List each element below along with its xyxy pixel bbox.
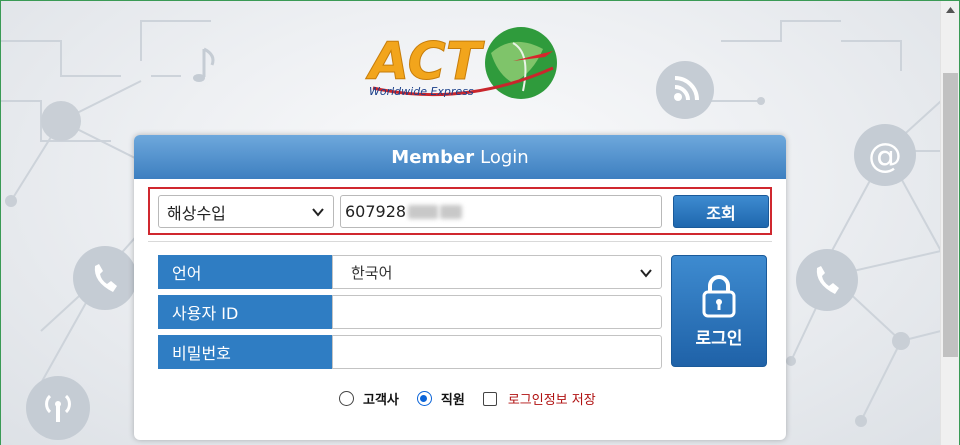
phone-icon <box>796 249 858 311</box>
language-label: 언어 <box>158 255 332 289</box>
login-title-rest: Login <box>480 146 529 168</box>
login-title-strong: Member <box>391 146 475 168</box>
scroll-up-arrow[interactable] <box>941 1 960 18</box>
user-id-row: 사용자 ID <box>158 295 662 329</box>
tracking-number-value: 607928 <box>345 202 407 221</box>
password-input[interactable] <box>332 335 662 369</box>
save-login-label: 로그인정보 저장 <box>507 393 596 408</box>
login-options: 고객사 직원 로그인정보 저장 <box>339 389 596 408</box>
cargo-type-value: 해상수입 <box>167 203 226 223</box>
logo-letters: ACT <box>365 32 485 92</box>
password-label: 비밀번호 <box>158 335 332 369</box>
user-id-label: 사용자 ID <box>158 295 332 329</box>
login-button[interactable]: 로그인 <box>671 255 767 367</box>
logo-tagline: Worldwide Express <box>369 85 474 98</box>
staff-label: 직원 <box>440 393 465 408</box>
language-value: 한국어 <box>351 263 393 282</box>
tracking-number-input[interactable]: 607928 <box>340 195 662 228</box>
redacted-text <box>440 204 463 219</box>
phone-icon <box>73 246 137 310</box>
language-row: 언어 한국어 <box>158 255 662 289</box>
search-button[interactable]: 조회 <box>673 195 769 228</box>
customer-radio[interactable] <box>339 391 354 406</box>
language-select[interactable]: 한국어 <box>332 255 662 289</box>
scrollbar-thumb[interactable] <box>943 73 958 357</box>
user-id-input[interactable] <box>332 295 662 329</box>
login-button-label: 로그인 <box>695 328 743 349</box>
company-logo: ACT Worldwide Express <box>363 13 563 113</box>
at-icon: @ <box>854 124 916 186</box>
chevron-down-icon <box>640 269 652 278</box>
vertical-scrollbar[interactable] <box>940 1 959 445</box>
divider <box>148 241 772 242</box>
login-panel-header: Member Login <box>134 135 786 179</box>
antenna-icon <box>26 376 90 440</box>
wifi-icon <box>656 61 714 119</box>
chevron-down-icon <box>312 208 324 217</box>
staff-radio[interactable] <box>416 391 432 406</box>
password-row: 비밀번호 <box>158 335 662 369</box>
customer-label: 고객사 <box>363 393 399 408</box>
music-note-icon <box>193 47 215 82</box>
login-panel: Member Login 해상수입 607928 조회 언어 한국어 사용자 I… <box>134 135 786 440</box>
cargo-type-select[interactable]: 해상수입 <box>158 195 334 228</box>
save-login-checkbox[interactable] <box>482 391 497 406</box>
lock-icon <box>702 274 736 317</box>
redacted-text <box>408 204 439 219</box>
svg-text:@: @ <box>868 136 902 176</box>
chevron-up-icon <box>946 6 955 13</box>
tracking-search-box: 해상수입 607928 조회 <box>148 187 772 235</box>
